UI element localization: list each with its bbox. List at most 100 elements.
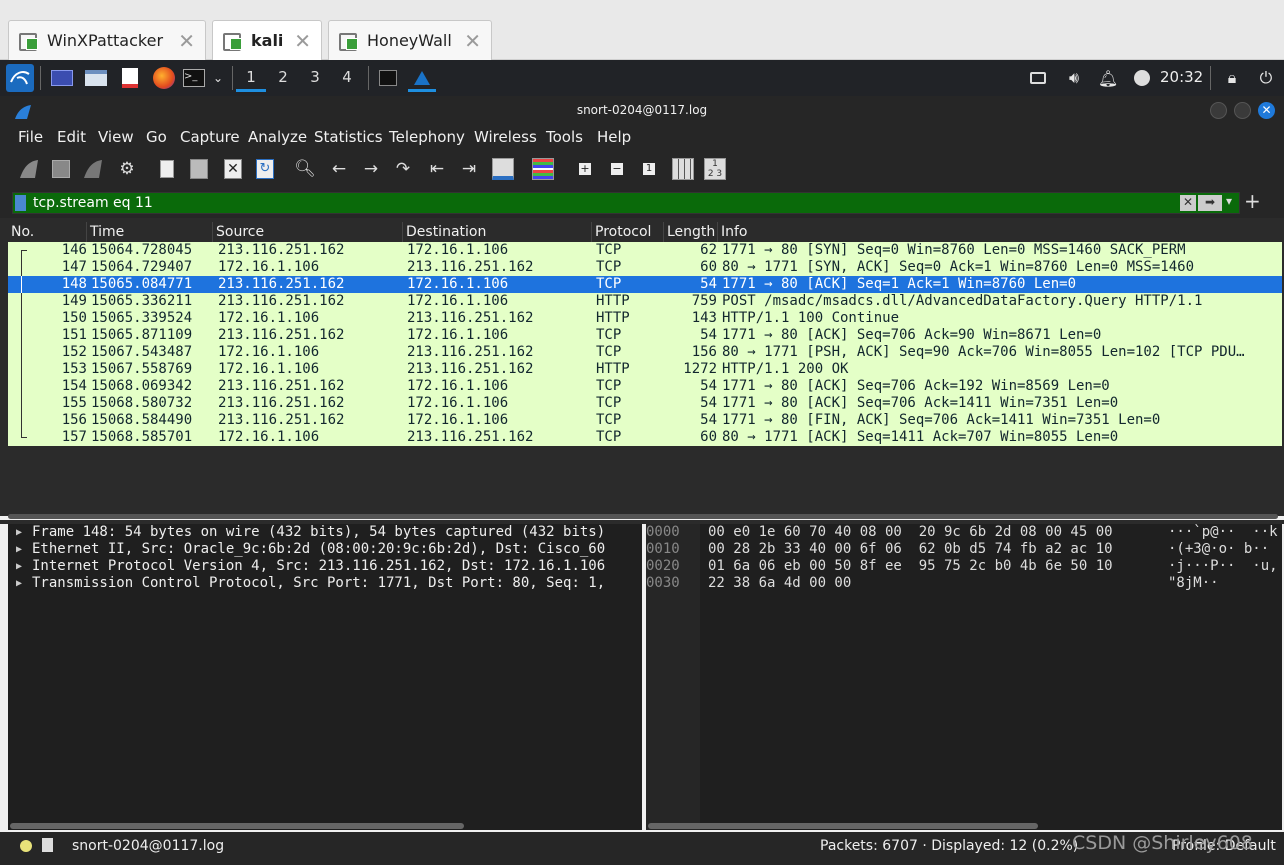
column-header-source[interactable]: Source bbox=[213, 222, 403, 242]
workspace-4[interactable]: 4 bbox=[332, 66, 362, 92]
firefox-icon[interactable] bbox=[152, 66, 176, 90]
menu-file[interactable]: File bbox=[18, 128, 43, 146]
workspace-1[interactable]: 1 bbox=[236, 66, 266, 92]
zoom-out-icon[interactable]: − bbox=[604, 156, 630, 182]
packet-row[interactable]: 147 15064.729407 172.16.1.106 213.116.251.1… bbox=[8, 259, 1282, 276]
menu-wireless[interactable]: Wireless bbox=[474, 128, 537, 146]
close-icon[interactable]: ✕ bbox=[294, 29, 311, 53]
packet-row[interactable]: 146 15064.728045 213.116.251.162 172.16.1.1… bbox=[8, 242, 1282, 259]
go-forward-icon[interactable]: → bbox=[358, 156, 384, 182]
add-filter-button-icon[interactable]: + bbox=[1244, 189, 1261, 213]
expand-arrow-icon[interactable]: ▶ bbox=[16, 575, 22, 592]
hex-byte-row[interactable]: 00 e0 1e 60 70 40 08 00 20 9c 6b 2d 08 0… bbox=[708, 524, 1168, 541]
network-icon[interactable] bbox=[1026, 66, 1050, 90]
workspace-2[interactable]: 2 bbox=[268, 66, 298, 92]
file-manager-icon[interactable] bbox=[84, 66, 108, 90]
wireshark-window-icon[interactable] bbox=[408, 66, 436, 92]
hex-ascii-row[interactable]: ·j···P·· ·u, bbox=[1168, 558, 1278, 575]
detail-row-frame[interactable]: ▶ Frame 148: 54 bytes on wire (432 bits),… bbox=[8, 524, 642, 541]
vm-tab-kali[interactable]: kali ✕ bbox=[212, 20, 322, 60]
detail-row-tcp[interactable]: ▶ Transmission Control Protocol, Src Port… bbox=[8, 575, 642, 592]
expand-arrow-icon[interactable]: ▶ bbox=[16, 558, 22, 575]
bytes-scrollbar[interactable] bbox=[648, 823, 1038, 829]
go-back-icon[interactable]: ← bbox=[326, 156, 352, 182]
menu-view[interactable]: View bbox=[98, 128, 134, 146]
close-icon[interactable]: ✕ bbox=[464, 29, 481, 53]
packet-row[interactable]: 148 15065.084771 213.116.251.162 172.16.1.1… bbox=[8, 276, 1282, 293]
text-editor-icon[interactable] bbox=[118, 66, 142, 90]
hex-ascii-row[interactable]: ·(+3@·o· b·· bbox=[1168, 541, 1278, 558]
close-file-icon[interactable]: ✕ bbox=[220, 156, 246, 182]
clock[interactable]: 20:32 bbox=[1160, 68, 1203, 86]
column-header-info[interactable]: Info bbox=[718, 222, 1282, 242]
logout-icon[interactable]: ⏻ bbox=[1254, 66, 1278, 90]
packet-row[interactable]: 151 15065.871109 213.116.251.162 172.16.1.1… bbox=[8, 327, 1282, 344]
stop-capture-icon[interactable] bbox=[48, 156, 74, 182]
minimize-button[interactable] bbox=[1210, 102, 1227, 119]
packet-list-scrollbar[interactable] bbox=[8, 514, 1278, 519]
packet-row[interactable]: 153 15067.558769 172.16.1.106 213.116.251.1… bbox=[8, 361, 1282, 378]
column-header-length[interactable]: Length bbox=[664, 222, 718, 242]
apply-filter-icon[interactable]: ➡ bbox=[1198, 195, 1222, 211]
hex-byte-row[interactable]: 01 6a 06 eb 00 50 8f ee 95 75 2c b0 4b 6… bbox=[708, 558, 1168, 575]
normal-size-icon[interactable]: 1 bbox=[636, 156, 662, 182]
hex-ascii[interactable]: ···`p@·· ··k ·(+3@·o· b·· ·j···P·· ·u, "… bbox=[1168, 524, 1278, 592]
bell-icon[interactable]: 🔔︎ bbox=[1096, 66, 1120, 90]
workspace-3[interactable]: 3 bbox=[300, 66, 330, 92]
hex-ascii-row[interactable]: "8jM·· bbox=[1168, 575, 1278, 592]
menu-help[interactable]: Help bbox=[597, 128, 631, 146]
volume-icon[interactable]: 🔊︎ bbox=[1062, 66, 1086, 90]
resize-columns-icon[interactable] bbox=[670, 156, 696, 182]
detail-row-ethernet[interactable]: ▶ Ethernet II, Src: Oracle_9c:6b:2d (08:0… bbox=[8, 541, 642, 558]
capture-comment-icon[interactable] bbox=[42, 838, 53, 852]
hex-bytes[interactable]: 00 e0 1e 60 70 40 08 00 20 9c 6b 2d 08 0… bbox=[708, 524, 1168, 592]
packet-row[interactable]: 157 15068.585701 172.16.1.106 213.116.251.1… bbox=[8, 429, 1282, 446]
desktop-icon[interactable] bbox=[50, 66, 74, 90]
packet-row[interactable]: 150 15065.339524 172.16.1.106 213.116.251.1… bbox=[8, 310, 1282, 327]
packet-row[interactable]: 154 15068.069342 213.116.251.162 172.16.1.1… bbox=[8, 378, 1282, 395]
lock-icon[interactable]: 🔒︎ bbox=[1220, 66, 1244, 90]
menu-statistics[interactable]: Statistics bbox=[314, 128, 383, 146]
packet-row[interactable]: 156 15068.584490 213.116.251.162 172.16.1.1… bbox=[8, 412, 1282, 429]
go-to-packet-icon[interactable]: ↷ bbox=[390, 156, 416, 182]
expert-info-icon[interactable] bbox=[20, 840, 32, 852]
terminal-window-icon[interactable] bbox=[376, 66, 400, 90]
menu-telephony[interactable]: Telephony bbox=[389, 128, 465, 146]
close-icon[interactable]: ✕ bbox=[178, 29, 195, 53]
hex-byte-row[interactable]: 22 38 6a 4d 00 00 bbox=[708, 575, 1168, 592]
kali-menu-icon[interactable] bbox=[6, 64, 34, 92]
colorize-icon[interactable] bbox=[530, 156, 556, 182]
menu-tools[interactable]: Tools bbox=[546, 128, 583, 146]
filter-dropdown-icon[interactable]: ▾ bbox=[1226, 194, 1232, 208]
hex-ascii-row[interactable]: ···`p@·· ··k bbox=[1168, 524, 1278, 541]
capture-options-icon[interactable]: ⚙ bbox=[114, 156, 140, 182]
last-packet-icon[interactable]: ⇥ bbox=[456, 156, 482, 182]
bookmark-icon[interactable] bbox=[15, 195, 26, 211]
display-filter-input[interactable]: tcp.stream eq 11 bbox=[12, 192, 1240, 214]
save-file-icon[interactable] bbox=[186, 156, 212, 182]
maximize-button[interactable] bbox=[1234, 102, 1251, 119]
vm-tab-honeywall[interactable]: HoneyWall ✕ bbox=[328, 20, 492, 60]
terminal-icon[interactable]: >_ bbox=[182, 66, 206, 90]
menu-edit[interactable]: Edit bbox=[57, 128, 86, 146]
start-capture-icon[interactable] bbox=[16, 156, 42, 182]
expand-arrow-icon[interactable]: ▶ bbox=[16, 524, 22, 541]
open-file-icon[interactable] bbox=[154, 156, 180, 182]
hex-byte-row[interactable]: 00 28 2b 33 40 00 6f 06 62 0b d5 74 fb a… bbox=[708, 541, 1168, 558]
clear-filter-icon[interactable]: ✕ bbox=[1180, 195, 1196, 211]
reload-file-icon[interactable]: ↻ bbox=[252, 156, 278, 182]
column-header-no[interactable]: No. bbox=[8, 222, 87, 242]
vm-tab-winxpattacker[interactable]: WinXPattacker ✕ bbox=[8, 20, 206, 60]
zoom-in-icon[interactable]: + bbox=[572, 156, 598, 182]
menu-capture[interactable]: Capture bbox=[180, 128, 240, 146]
detail-row-ip[interactable]: ▶ Internet Protocol Version 4, Src: 213.1… bbox=[8, 558, 642, 575]
packet-row[interactable]: 149 15065.336211 213.116.251.162 172.16.1.1… bbox=[8, 293, 1282, 310]
power-manager-icon[interactable] bbox=[1130, 66, 1154, 90]
details-scrollbar[interactable] bbox=[10, 823, 464, 829]
autoscroll-icon[interactable] bbox=[490, 156, 516, 182]
menu-analyze[interactable]: Analyze bbox=[248, 128, 307, 146]
expand-arrow-icon[interactable]: ▶ bbox=[16, 541, 22, 558]
column-header-time[interactable]: Time bbox=[87, 222, 213, 242]
search-icon[interactable]: 🔍︎ bbox=[292, 156, 318, 182]
packet-row[interactable]: 152 15067.543487 172.16.1.106 213.116.251.1… bbox=[8, 344, 1282, 361]
